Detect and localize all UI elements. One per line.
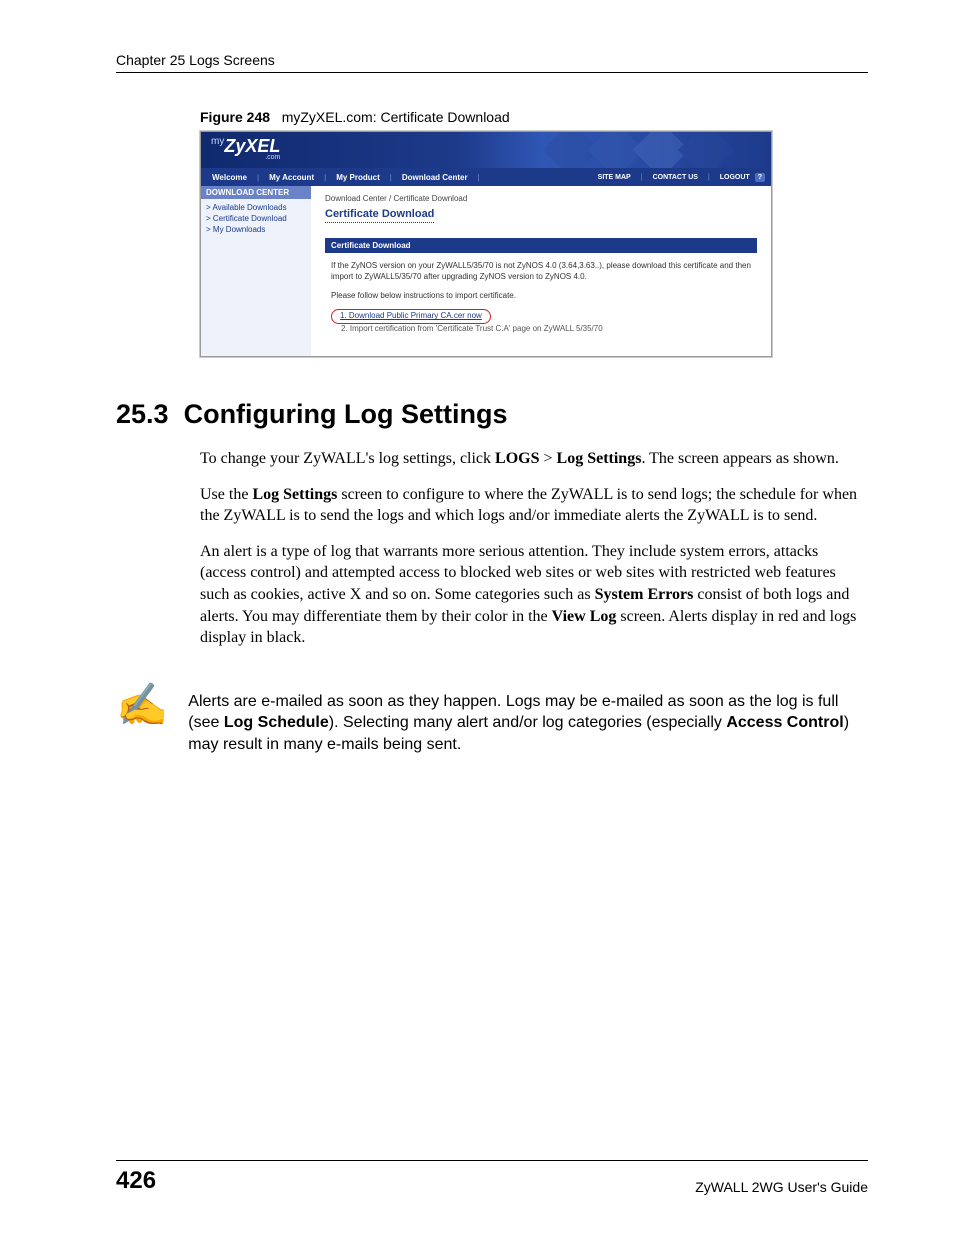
note-b2: Access Control (726, 714, 843, 731)
nav-my-account[interactable]: My Account (264, 173, 319, 182)
screenshot-navbar: Welcome| My Account| My Product| Downloa… (201, 168, 771, 186)
p1-b2: Log Settings (557, 450, 642, 467)
p2-b: Log Settings (252, 486, 337, 503)
banner-decor (541, 132, 761, 168)
footer-guide: ZyWALL 2WG User's Guide (695, 1179, 868, 1195)
page-number: 426 (116, 1167, 156, 1195)
sidebar-header: DOWNLOAD CENTER (201, 186, 311, 199)
nav-logout[interactable]: LOGOUT (715, 174, 755, 181)
section-heading: 25.3 Configuring Log Settings (116, 399, 868, 430)
note-block: ✍ Alerts are e-mailed as soon as they ha… (116, 691, 868, 756)
navbar-left: Welcome| My Account| My Product| Downloa… (207, 173, 485, 182)
p3-b1: System Errors (595, 586, 694, 603)
figure-caption: Figure 248 myZyXEL.com: Certificate Down… (200, 109, 868, 125)
content-steps: 1. Download Public Primary CA.cer now 2.… (331, 309, 751, 335)
navbar-right: SITE MAP| CONTACT US| LOGOUT ? (593, 173, 765, 182)
nav-download-center[interactable]: Download Center (397, 173, 473, 182)
nav-help-icon[interactable]: ? (755, 173, 765, 182)
zyxel-logo: myZyXEL .com (211, 136, 280, 161)
section-number: 25.3 (116, 399, 169, 429)
embedded-screenshot: myZyXEL .com Welcome| My Account| My Pro… (200, 131, 772, 357)
figure-caption-text: myZyXEL.com: Certificate Download (282, 109, 510, 125)
note-b1: Log Schedule (224, 714, 329, 731)
sidebar-item-certificate-download[interactable]: Certificate Download (206, 213, 306, 224)
p3-b2: View Log (552, 608, 617, 625)
screenshot-main: Download Center / Certificate Download C… (311, 186, 771, 356)
p1-mid: > (540, 450, 557, 467)
nav-site-map[interactable]: SITE MAP (593, 174, 636, 181)
content-para-2: Please follow below instructions to impo… (331, 291, 751, 302)
screenshot-sidebar: DOWNLOAD CENTER Available Downloads Cert… (201, 186, 311, 356)
download-ca-link[interactable]: 1. Download Public Primary CA.cer now (331, 309, 491, 324)
logo-prefix: my (211, 136, 224, 147)
content-title: Certificate Download (325, 208, 434, 223)
body-para-2: Use the Log Settings screen to configure… (200, 484, 868, 527)
sidebar-item-my-downloads[interactable]: My Downloads (206, 224, 306, 235)
logo-brand: ZyXEL (224, 136, 280, 156)
body-para-3: An alert is a type of log that warrants … (200, 541, 868, 649)
sidebar-item-available-downloads[interactable]: Available Downloads (206, 202, 306, 213)
content-para-1: If the ZyNOS version on your ZyWALL5/35/… (331, 261, 751, 283)
nav-contact-us[interactable]: CONTACT US (648, 174, 703, 181)
nav-welcome[interactable]: Welcome (207, 173, 252, 182)
figure-label: Figure 248 (200, 109, 270, 125)
section-bar: Certificate Download (325, 238, 757, 253)
p1-a: To change your ZyWALL's log settings, cl… (200, 450, 495, 467)
chapter-header: Chapter 25 Logs Screens (116, 52, 868, 73)
note-t2: ). Selecting many alert and/or log categ… (329, 714, 727, 731)
p1-c: . The screen appears as shown. (641, 450, 838, 467)
breadcrumb: Download Center / Certificate Download (325, 194, 757, 203)
step-2-text: 2. Import certification from 'Certificat… (341, 324, 603, 333)
body-para-1: To change your ZyWALL's log settings, cl… (200, 448, 868, 470)
p2-a: Use the (200, 486, 252, 503)
note-text: Alerts are e-mailed as soon as they happ… (188, 691, 868, 756)
section-title: Configuring Log Settings (184, 399, 508, 429)
page-footer: 426 ZyWALL 2WG User's Guide (116, 1160, 868, 1195)
nav-my-product[interactable]: My Product (331, 173, 385, 182)
p1-b1: LOGS (495, 450, 539, 467)
screenshot-banner: myZyXEL .com (201, 132, 771, 168)
note-icon: ✍ (116, 685, 168, 727)
